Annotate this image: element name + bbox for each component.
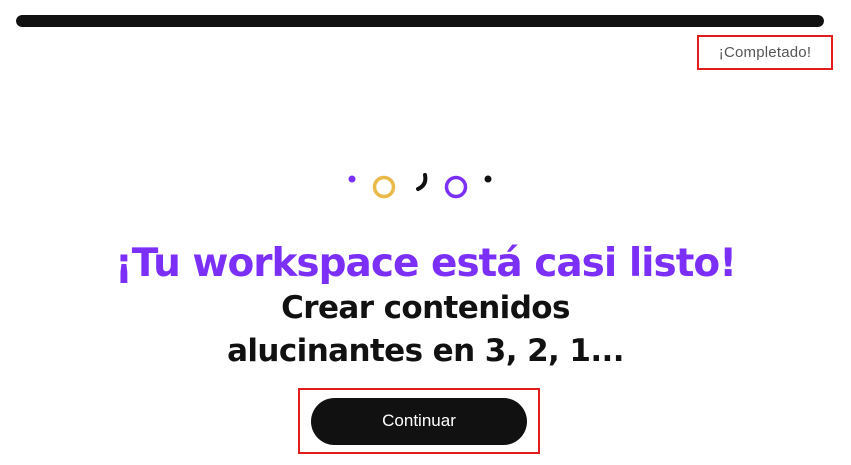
page-title: ¡Tu workspace está casi listo! [114,241,737,286]
onboarding-complete-screen: ¡Completado! ¡Tu workspace está casi lis… [0,0,851,465]
completed-status-label: ¡Completado! [718,44,812,61]
decorative-shapes [348,173,492,199]
page-subtitle-line-2: alucinantes en 3, 2, 1... [227,333,624,369]
progress-bar-fill [16,15,824,27]
continue-button-highlight: Continuar [298,388,540,454]
progress-bar [16,15,824,27]
continue-button[interactable]: Continuar [311,397,527,445]
purple-ring-icon [444,175,468,199]
yellow-ring-icon [372,175,396,199]
page-subtitle-line-1: Crear contenidos [281,290,570,326]
page-subtitle: Crear contenidos alucinantes en 3, 2, 1.… [0,287,851,373]
completed-status: ¡Completado! [697,35,833,70]
purple-dot-icon [348,175,356,183]
black-arc-icon [416,173,428,191]
black-dot-icon [484,175,492,183]
